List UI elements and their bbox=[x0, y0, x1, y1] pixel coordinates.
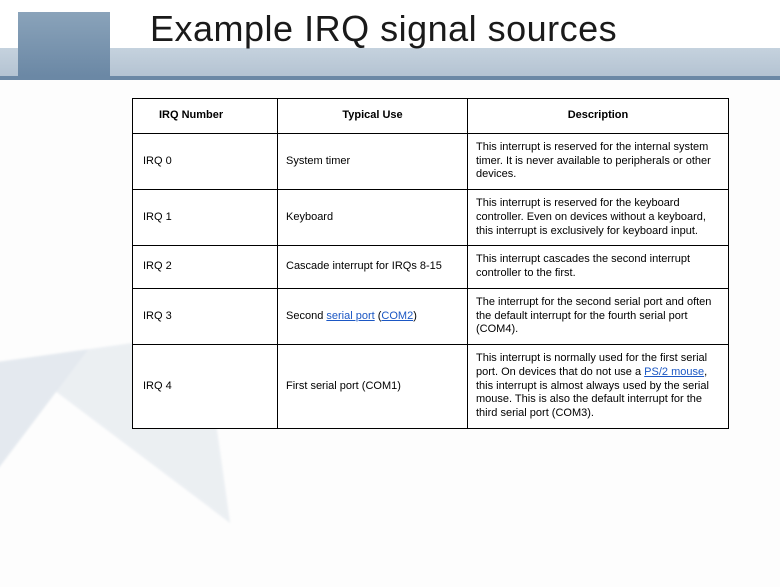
cell-irq-number: IRQ 2 bbox=[133, 246, 278, 289]
cell-description: This interrupt is reserved for the inter… bbox=[468, 133, 729, 189]
cell-description: This interrupt cascades the second inter… bbox=[468, 246, 729, 289]
irq-table: IRQ Number Typical Use Description IRQ 0… bbox=[132, 98, 729, 429]
irq-table-container: IRQ Number Typical Use Description IRQ 0… bbox=[132, 98, 728, 429]
header-accent-block bbox=[18, 12, 110, 76]
typical-use-link[interactable]: COM2 bbox=[381, 310, 413, 322]
cell-typical-use: Second serial port (COM2) bbox=[278, 288, 468, 344]
description-link[interactable]: PS/2 mouse bbox=[644, 366, 704, 378]
cell-irq-number: IRQ 0 bbox=[133, 133, 278, 189]
table-row: IRQ 1KeyboardThis interrupt is reserved … bbox=[133, 190, 729, 246]
slide-title: Example IRQ signal sources bbox=[150, 8, 617, 50]
cell-description: The interrupt for the second serial port… bbox=[468, 288, 729, 344]
table-row: IRQ 4First serial port (COM1)This interr… bbox=[133, 345, 729, 429]
col-header-use: Typical Use bbox=[278, 99, 468, 134]
cell-description: This interrupt is normally used for the … bbox=[468, 345, 729, 429]
col-header-desc: Description bbox=[468, 99, 729, 134]
table-header-row: IRQ Number Typical Use Description bbox=[133, 99, 729, 134]
cell-description: This interrupt is reserved for the keybo… bbox=[468, 190, 729, 246]
cell-typical-use: System timer bbox=[278, 133, 468, 189]
cell-irq-number: IRQ 1 bbox=[133, 190, 278, 246]
cell-typical-use: Keyboard bbox=[278, 190, 468, 246]
table-row: IRQ 2Cascade interrupt for IRQs 8-15This… bbox=[133, 246, 729, 289]
table-row: IRQ 3Second serial port (COM2)The interr… bbox=[133, 288, 729, 344]
col-header-irq: IRQ Number bbox=[133, 99, 278, 134]
cell-irq-number: IRQ 4 bbox=[133, 345, 278, 429]
slide-header: Example IRQ signal sources bbox=[0, 0, 780, 80]
header-strip bbox=[0, 48, 780, 76]
cell-typical-use: First serial port (COM1) bbox=[278, 345, 468, 429]
cell-typical-use: Cascade interrupt for IRQs 8-15 bbox=[278, 246, 468, 289]
table-row: IRQ 0System timerThis interrupt is reser… bbox=[133, 133, 729, 189]
cell-irq-number: IRQ 3 bbox=[133, 288, 278, 344]
typical-use-link[interactable]: serial port bbox=[326, 310, 374, 322]
